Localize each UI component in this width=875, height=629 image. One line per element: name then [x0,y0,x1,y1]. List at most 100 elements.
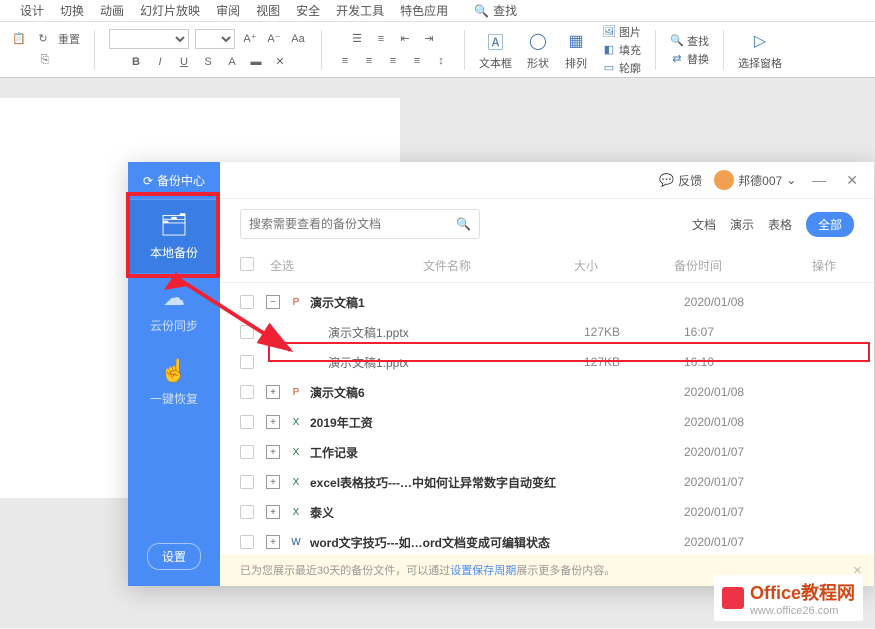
paste-icon[interactable]: 📋 [10,30,28,48]
table-row[interactable]: − P 演示文稿1 2020/01/08 [220,287,874,317]
fill-button[interactable]: ◧填充 [602,42,641,58]
table-row[interactable]: + X 工作记录 2020/01/07 [220,437,874,467]
row-checkbox[interactable] [240,415,254,429]
ribbon-search[interactable]: 🔍 查找 [474,2,517,19]
collapse-icon[interactable]: − [266,295,280,309]
highlight-button[interactable]: ▬ [247,53,265,71]
sidebar-item-label: 云份同步 [150,317,198,334]
ribbon-toolbar: 📋 ↻ 重置 ⎘ A⁺ A⁻ Aa B I U S A ▬ ✕ ☰ ≡ ⇤ ⇥ [0,22,875,78]
expand-icon[interactable]: + [266,505,280,519]
filter-ppt[interactable]: 演示 [730,216,754,233]
select-pane-icon: ▷ [748,29,772,53]
tab-security[interactable]: 安全 [296,2,320,19]
shape-button[interactable]: ◯形状 [526,29,550,71]
retention-settings-link[interactable]: 设置保存周期 [450,562,516,578]
textbox-button[interactable]: 🄰文本框 [479,29,512,71]
select-all-checkbox[interactable] [240,257,254,271]
file-name: 泰义 [310,504,584,521]
search-input[interactable] [249,217,456,231]
filter-doc[interactable]: 文档 [692,216,716,233]
align-center-icon[interactable]: ≡ [360,52,378,70]
ribbon-search-label: 查找 [493,2,517,19]
tab-view[interactable]: 视图 [256,2,280,19]
table-row[interactable]: + W word文字技巧---如…ord文档变成可编辑状态 2020/01/07 [220,527,874,554]
italic-button[interactable]: I [151,53,169,71]
minimize-button[interactable]: — [808,172,830,188]
row-checkbox[interactable] [240,355,254,369]
settings-button[interactable]: 设置 [147,543,201,570]
table-row-child[interactable]: 演示文稿1.pptx 127KB 16:10 [220,347,874,377]
filter-xls[interactable]: 表格 [768,216,792,233]
sidebar-item-label: 本地备份 [150,244,198,261]
expand-icon[interactable]: + [266,445,280,459]
change-case-icon[interactable]: Aa [289,30,307,48]
tab-design[interactable]: 设计 [20,2,44,19]
user-info[interactable]: 邦德007 ⌄ [714,170,796,190]
tab-special[interactable]: 特色应用 [400,2,448,19]
tab-review[interactable]: 审阅 [216,2,240,19]
file-date: 2020/01/08 [684,295,794,309]
col-select-all[interactable]: 全选 [270,257,320,274]
align-left-icon[interactable]: ≡ [336,52,354,70]
sidebar-item-cloud-sync[interactable]: ☁ 云份同步 [128,273,220,346]
align-justify-icon[interactable]: ≡ [408,52,426,70]
search-icon[interactable]: 🔍 [456,217,471,231]
strikethrough-button[interactable]: S [199,53,217,71]
indent-inc-icon[interactable]: ⇥ [420,30,438,48]
number-list-icon[interactable]: ≡ [372,30,390,48]
arrange-button[interactable]: ▦排列 [564,29,588,71]
line-spacing-icon[interactable]: ↕ [432,52,450,70]
expand-icon[interactable]: + [266,475,280,489]
font-name-select[interactable] [109,29,189,49]
select-pane-button[interactable]: ▷选择窗格 [738,29,782,71]
underline-button[interactable]: U [175,53,193,71]
expand-icon[interactable]: + [266,385,280,399]
feedback-button[interactable]: 💬 反馈 [659,172,702,189]
tab-animation[interactable]: 动画 [100,2,124,19]
decrease-font-icon[interactable]: A⁻ [265,30,283,48]
expand-icon[interactable]: + [266,535,280,549]
indent-dec-icon[interactable]: ⇤ [396,30,414,48]
align-right-icon[interactable]: ≡ [384,52,402,70]
image-button[interactable]: 🖼图片 [602,24,641,40]
row-checkbox[interactable] [240,445,254,459]
outline-button[interactable]: ▭轮廓 [602,60,641,76]
bold-button[interactable]: B [127,53,145,71]
row-checkbox[interactable] [240,535,254,549]
table-row[interactable]: + X excel表格技巧---…中如何让异常数字自动变红 2020/01/07 [220,467,874,497]
doc-file-icon: W [288,534,304,550]
replace-icon: ⇄ [670,52,684,66]
row-checkbox[interactable] [240,295,254,309]
filter-all[interactable]: 全部 [806,212,854,237]
tab-transition[interactable]: 切换 [60,2,84,19]
row-checkbox[interactable] [240,475,254,489]
fill-icon: ◧ [602,43,616,57]
table-row[interactable]: + X 2019年工资 2020/01/08 [220,407,874,437]
file-size: 127KB [584,325,684,339]
font-size-select[interactable] [195,29,235,49]
redo-icon[interactable]: ↻ [34,30,52,48]
reset-button[interactable]: 重置 [58,31,80,47]
tab-slideshow[interactable]: 幻灯片放映 [140,2,200,19]
tab-devtools[interactable]: 开发工具 [336,2,384,19]
clear-format-button[interactable]: ✕ [271,53,289,71]
replace-button[interactable]: ⇄替换 [670,51,709,67]
table-row-child[interactable]: 演示文稿1.pptx 127KB 16:07 [220,317,874,347]
sidebar-item-one-click-restore[interactable]: ☝ 一键恢复 [128,346,220,419]
increase-font-icon[interactable]: A⁺ [241,30,259,48]
font-color-button[interactable]: A [223,53,241,71]
table-row[interactable]: + P 演示文稿6 2020/01/08 [220,377,874,407]
expand-icon[interactable]: + [266,415,280,429]
table-row[interactable]: + X 泰义 2020/01/07 [220,497,874,527]
sidebar-item-local-backup[interactable]: 🗂 本地备份 [128,200,220,273]
copy-icon[interactable]: ⎘ [36,52,54,70]
close-button[interactable]: ✕ [842,172,862,189]
find-button[interactable]: 🔍查找 [670,33,709,49]
file-date: 2020/01/07 [684,475,794,489]
row-checkbox[interactable] [240,325,254,339]
row-checkbox[interactable] [240,505,254,519]
row-checkbox[interactable] [240,385,254,399]
bullet-list-icon[interactable]: ☰ [348,30,366,48]
restore-icon: ☝ [160,358,187,384]
file-name: 2019年工资 [310,414,584,431]
